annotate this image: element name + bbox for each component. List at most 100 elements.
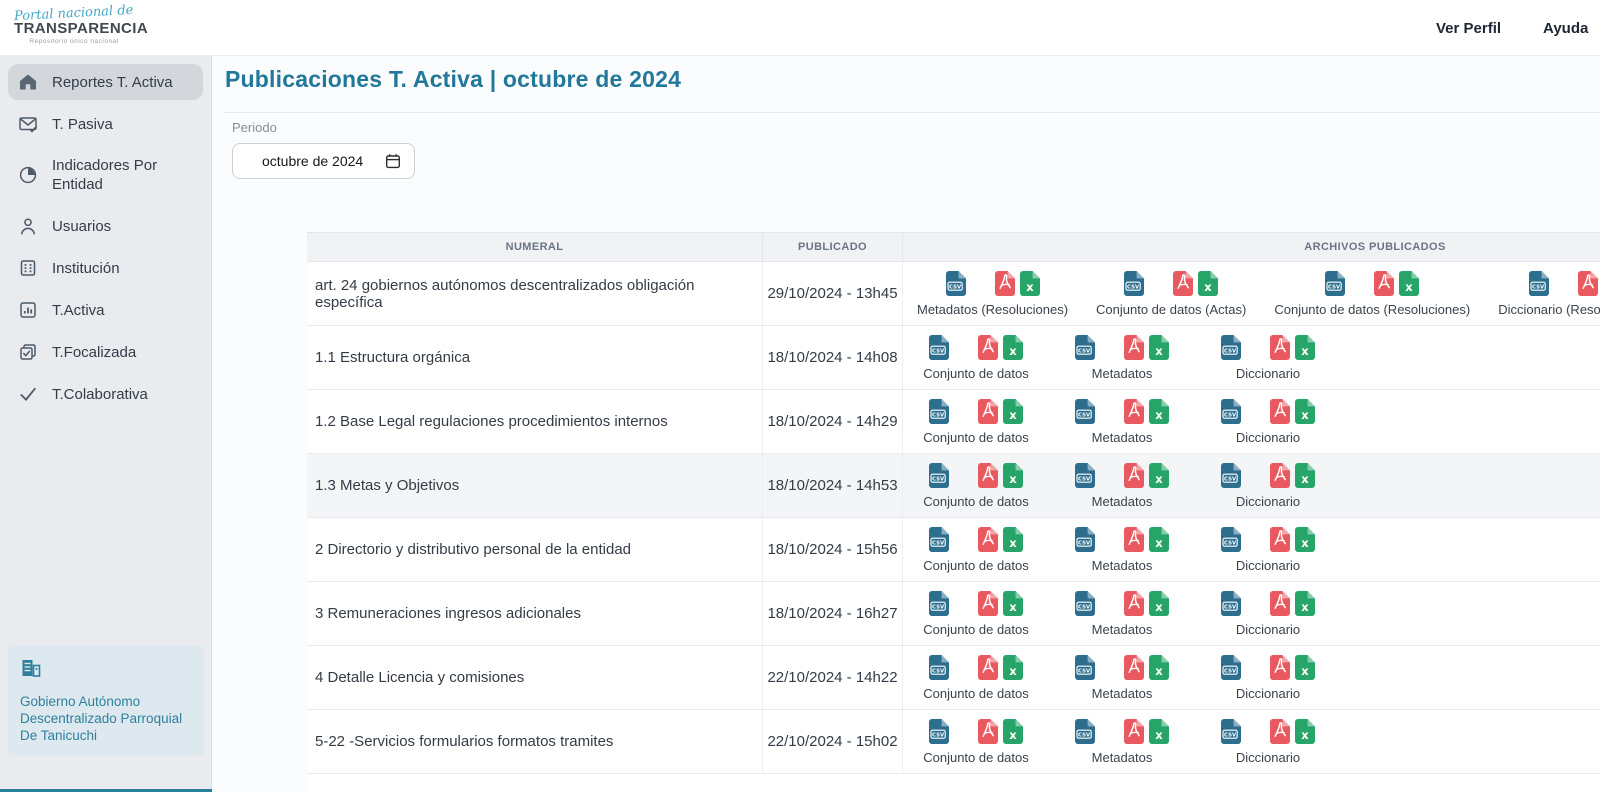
csv-file-icon[interactable]: CSV — [1220, 718, 1242, 745]
xls-file-icon[interactable]: x — [1002, 462, 1024, 489]
pdf-file-icon[interactable] — [1269, 718, 1291, 745]
file-icons: CSV x — [1220, 334, 1316, 361]
pdf-file-icon[interactable] — [1373, 270, 1395, 297]
main-content: Publicaciones T. Activa | octubre de 202… — [212, 56, 1600, 792]
csv-file-icon[interactable]: CSV — [1220, 654, 1242, 681]
xls-file-icon[interactable]: x — [1002, 590, 1024, 617]
csv-file-icon[interactable]: CSV — [1074, 590, 1096, 617]
user-icon — [18, 216, 38, 236]
pdf-file-icon[interactable] — [977, 334, 999, 361]
csv-file-icon[interactable]: CSV — [928, 462, 950, 489]
csv-file-icon[interactable]: CSV — [1074, 526, 1096, 553]
pdf-file-icon[interactable] — [977, 526, 999, 553]
pdf-file-icon[interactable] — [977, 462, 999, 489]
xls-file-icon[interactable]: x — [1148, 718, 1170, 745]
csv-file-icon[interactable]: CSV — [1074, 462, 1096, 489]
pdf-file-icon[interactable] — [1123, 398, 1145, 425]
csv-file-icon[interactable]: CSV — [928, 398, 950, 425]
csv-file-icon[interactable]: CSV — [1074, 334, 1096, 361]
xls-file-icon[interactable]: x — [1148, 526, 1170, 553]
csv-file-icon[interactable]: CSV — [928, 526, 950, 553]
pdf-file-icon[interactable] — [977, 590, 999, 617]
sidebar-item-t-activa[interactable]: T.Activa — [8, 292, 203, 328]
xls-file-icon[interactable]: x — [1398, 270, 1420, 297]
pdf-file-icon[interactable] — [1172, 270, 1194, 297]
file-group-label: Diccionario — [1236, 366, 1300, 381]
sidebar-item-label: T.Focalizada — [52, 343, 136, 362]
xls-file-icon[interactable]: x — [1197, 270, 1219, 297]
ayuda-link[interactable]: Ayuda — [1543, 20, 1588, 37]
csv-file-icon[interactable]: CSV — [1220, 462, 1242, 489]
csv-file-icon[interactable]: CSV — [1123, 270, 1145, 297]
pdf-file-icon[interactable] — [977, 398, 999, 425]
pdf-file-icon[interactable] — [1269, 462, 1291, 489]
file-group-label: Metadatos — [1092, 558, 1153, 573]
xls-file-icon[interactable]: x — [1148, 590, 1170, 617]
sidebar-item-instituci-n[interactable]: Institución — [8, 250, 203, 286]
pdf-file-icon[interactable] — [1269, 334, 1291, 361]
csv-file-icon[interactable]: CSV — [1220, 590, 1242, 617]
sidebar-item-t-colaborativa[interactable]: T.Colaborativa — [8, 376, 203, 412]
csv-file-icon[interactable]: CSV — [1220, 334, 1242, 361]
pdf-file-icon[interactable] — [1577, 270, 1599, 297]
xls-file-icon[interactable]: x — [1148, 334, 1170, 361]
xls-file-icon[interactable]: x — [1148, 654, 1170, 681]
csv-file-icon[interactable]: CSV — [1528, 270, 1550, 297]
csv-file-icon[interactable]: CSV — [1074, 398, 1096, 425]
xls-file-icon[interactable]: x — [1294, 334, 1316, 361]
file-group-label: Diccionario — [1236, 622, 1300, 637]
pdf-file-icon[interactable] — [977, 654, 999, 681]
file-group: CSVxConjunto de datos — [917, 590, 1035, 637]
top-bar: Portal nacional de TRANSPARENCIA Reposit… — [0, 0, 1600, 56]
sidebar-item-usuarios[interactable]: Usuarios — [8, 208, 203, 244]
pdf-file-icon[interactable] — [1123, 654, 1145, 681]
xls-file-icon[interactable]: x — [1148, 398, 1170, 425]
pdf-file-icon[interactable] — [977, 718, 999, 745]
xls-file-icon[interactable]: x — [1002, 526, 1024, 553]
pdf-file-icon[interactable] — [1123, 462, 1145, 489]
pdf-file-icon[interactable] — [1269, 654, 1291, 681]
sidebar-item-t-focalizada[interactable]: T.Focalizada — [8, 334, 203, 370]
csv-file-icon[interactable]: CSV — [928, 718, 950, 745]
xls-file-icon[interactable]: x — [1294, 526, 1316, 553]
xls-file-icon[interactable]: x — [1002, 334, 1024, 361]
sidebar-item-label: Usuarios — [52, 217, 111, 236]
sidebar-item-indicadores-por-entidad[interactable]: Indicadores Por Entidad — [8, 148, 203, 202]
csv-file-icon[interactable]: CSV — [1074, 654, 1096, 681]
xls-file-icon[interactable]: x — [1294, 398, 1316, 425]
xls-file-icon[interactable]: x — [1002, 654, 1024, 681]
svg-text:x: x — [1026, 280, 1034, 294]
pdf-file-icon[interactable] — [994, 270, 1016, 297]
xls-file-icon[interactable]: x — [1294, 718, 1316, 745]
file-group: CSVxConjunto de datos — [917, 398, 1035, 445]
csv-file-icon[interactable]: CSV — [928, 334, 950, 361]
xls-file-icon[interactable]: x — [1002, 718, 1024, 745]
csv-file-icon[interactable]: CSV — [928, 590, 950, 617]
sidebar-item-reportes-t-activa[interactable]: Reportes T. Activa — [8, 64, 203, 100]
mail-check-icon — [18, 114, 38, 134]
xls-file-icon[interactable]: x — [1019, 270, 1041, 297]
csv-file-icon[interactable]: CSV — [1220, 526, 1242, 553]
csv-file-icon[interactable]: CSV — [1074, 718, 1096, 745]
pdf-file-icon[interactable] — [1269, 590, 1291, 617]
xls-file-icon[interactable]: x — [1294, 462, 1316, 489]
file-icons: CSVx — [1528, 270, 1600, 297]
xls-file-icon[interactable]: x — [1294, 590, 1316, 617]
csv-file-icon[interactable]: CSV — [928, 654, 950, 681]
xls-file-icon[interactable]: x — [1002, 398, 1024, 425]
pdf-file-icon[interactable] — [1123, 718, 1145, 745]
pdf-file-icon[interactable] — [1269, 398, 1291, 425]
pdf-file-icon[interactable] — [1123, 334, 1145, 361]
period-month-input[interactable]: octubre de 2024 — [232, 143, 415, 179]
pdf-file-icon[interactable] — [1123, 590, 1145, 617]
ver-perfil-link[interactable]: Ver Perfil — [1436, 20, 1501, 37]
csv-file-icon[interactable]: CSV — [1220, 398, 1242, 425]
sidebar-item-t-pasiva[interactable]: T. Pasiva — [8, 106, 203, 142]
csv-file-icon[interactable]: CSV — [1324, 270, 1346, 297]
xls-file-icon[interactable]: x — [1148, 462, 1170, 489]
pdf-file-icon[interactable] — [1269, 526, 1291, 553]
pdf-file-icon[interactable] — [1123, 526, 1145, 553]
xls-file-icon[interactable]: x — [1294, 654, 1316, 681]
title-divider — [225, 112, 1600, 113]
csv-file-icon[interactable]: CSV — [945, 270, 967, 297]
